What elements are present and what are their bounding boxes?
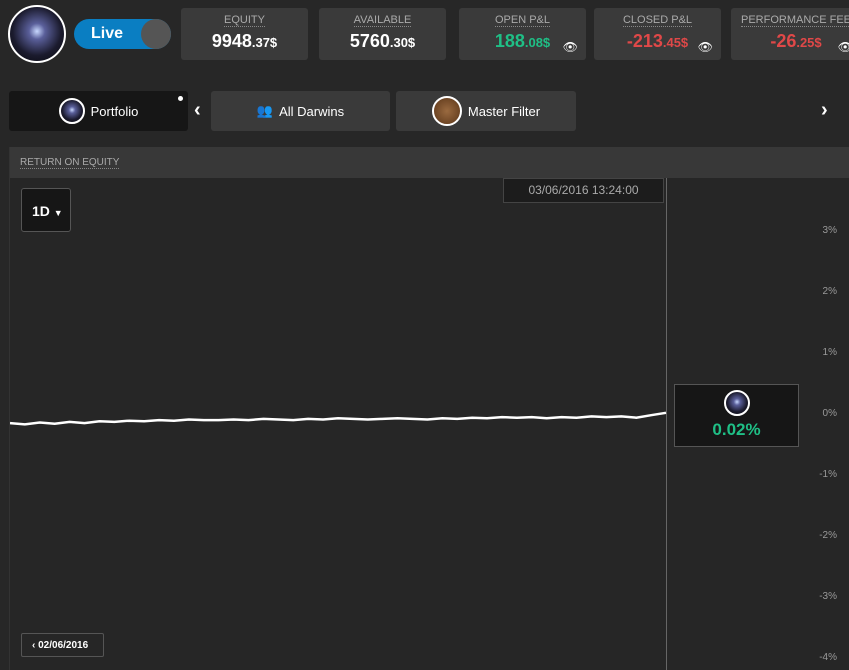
stat-title: EQUITY [224, 14, 265, 27]
stat-value: -26.25$ [731, 31, 849, 52]
stat-dec: .08$ [524, 35, 551, 50]
tab-master-filter[interactable]: Master Filter [396, 91, 576, 131]
indicator-dot-icon [178, 96, 183, 101]
y-tick-label: 0% [822, 408, 837, 419]
stat-title: CLOSED P&L [622, 14, 693, 27]
stat-equity: EQUITY 9948.37$ [181, 8, 308, 60]
toggle-knob [141, 19, 171, 49]
tab-label: All Darwins [279, 103, 345, 119]
return-on-equity-panel: RETURN ON EQUITY 1D ▼ 03/06/2016 13:24:0… [9, 147, 849, 670]
stat-int: -26 [770, 31, 797, 51]
stat-dec: .37$ [251, 35, 278, 50]
chevron-left-icon[interactable]: ‹ [194, 99, 201, 122]
previous-day-button[interactable]: ‹ 02/06/2016 [21, 633, 104, 657]
y-tick-label: -2% [819, 530, 837, 541]
y-tick-label: 3% [822, 225, 837, 236]
portfolio-avatar-icon [723, 390, 750, 416]
stat-int: 5760 [349, 31, 390, 51]
y-tick-label: -3% [819, 591, 837, 602]
toggle-label: Live [91, 25, 124, 42]
eye-icon[interactable]: 👁 [563, 40, 578, 54]
stat-value: 9948.37$ [181, 31, 308, 52]
stat-open-p-l: OPEN P&L 188.08$ 👁 [459, 8, 586, 60]
master-filter-avatar-icon [431, 96, 462, 126]
tooltip-value: 0.02% [712, 420, 761, 439]
stat-title: AVAILABLE [353, 14, 412, 27]
y-tick-label: -1% [819, 469, 837, 480]
y-tick-label: -4% [819, 652, 837, 663]
chevron-right-icon[interactable]: › [821, 99, 828, 122]
stat-int: 9948 [211, 31, 252, 51]
stat-dec: .30$ [389, 35, 416, 50]
tab-portfolio[interactable]: Portfolio [9, 91, 188, 131]
stat-available: AVAILABLE 5760.30$ [319, 8, 446, 60]
eye-icon[interactable]: 👁 [838, 40, 849, 54]
account-avatar[interactable] [8, 5, 66, 63]
stat-dec: .25$ [796, 35, 822, 50]
eye-icon[interactable]: 👁 [698, 40, 713, 54]
y-tick-label: 1% [822, 347, 837, 358]
stat-dec: .45$ [662, 35, 689, 50]
live-demo-toggle[interactable]: Live [74, 19, 171, 49]
tab-all-darwins[interactable]: 👥 All Darwins [211, 91, 390, 131]
roe-series-line [10, 411, 667, 426]
stat-title: OPEN P&L [494, 14, 551, 27]
previous-date: 02/06/2016 [38, 640, 89, 651]
stat-performance-fee: PERFORMANCE FEE -26.25$ 👁 [731, 8, 849, 60]
portfolio-avatar-icon [58, 98, 85, 124]
stat-title: PERFORMANCE FEE [740, 14, 849, 27]
users-icon: 👥 [256, 103, 274, 118]
stat-closed-p-l: CLOSED P&L -213.45$ 👁 [594, 8, 721, 60]
stat-int: -213 [626, 31, 663, 51]
value-tooltip: 0.02% [674, 384, 799, 447]
stat-value: 5760.30$ [319, 31, 446, 52]
tab-label: Master Filter [467, 103, 541, 119]
y-tick-label: 2% [822, 286, 837, 297]
tab-label: Portfolio [90, 103, 139, 119]
stat-int: 188 [494, 31, 525, 51]
